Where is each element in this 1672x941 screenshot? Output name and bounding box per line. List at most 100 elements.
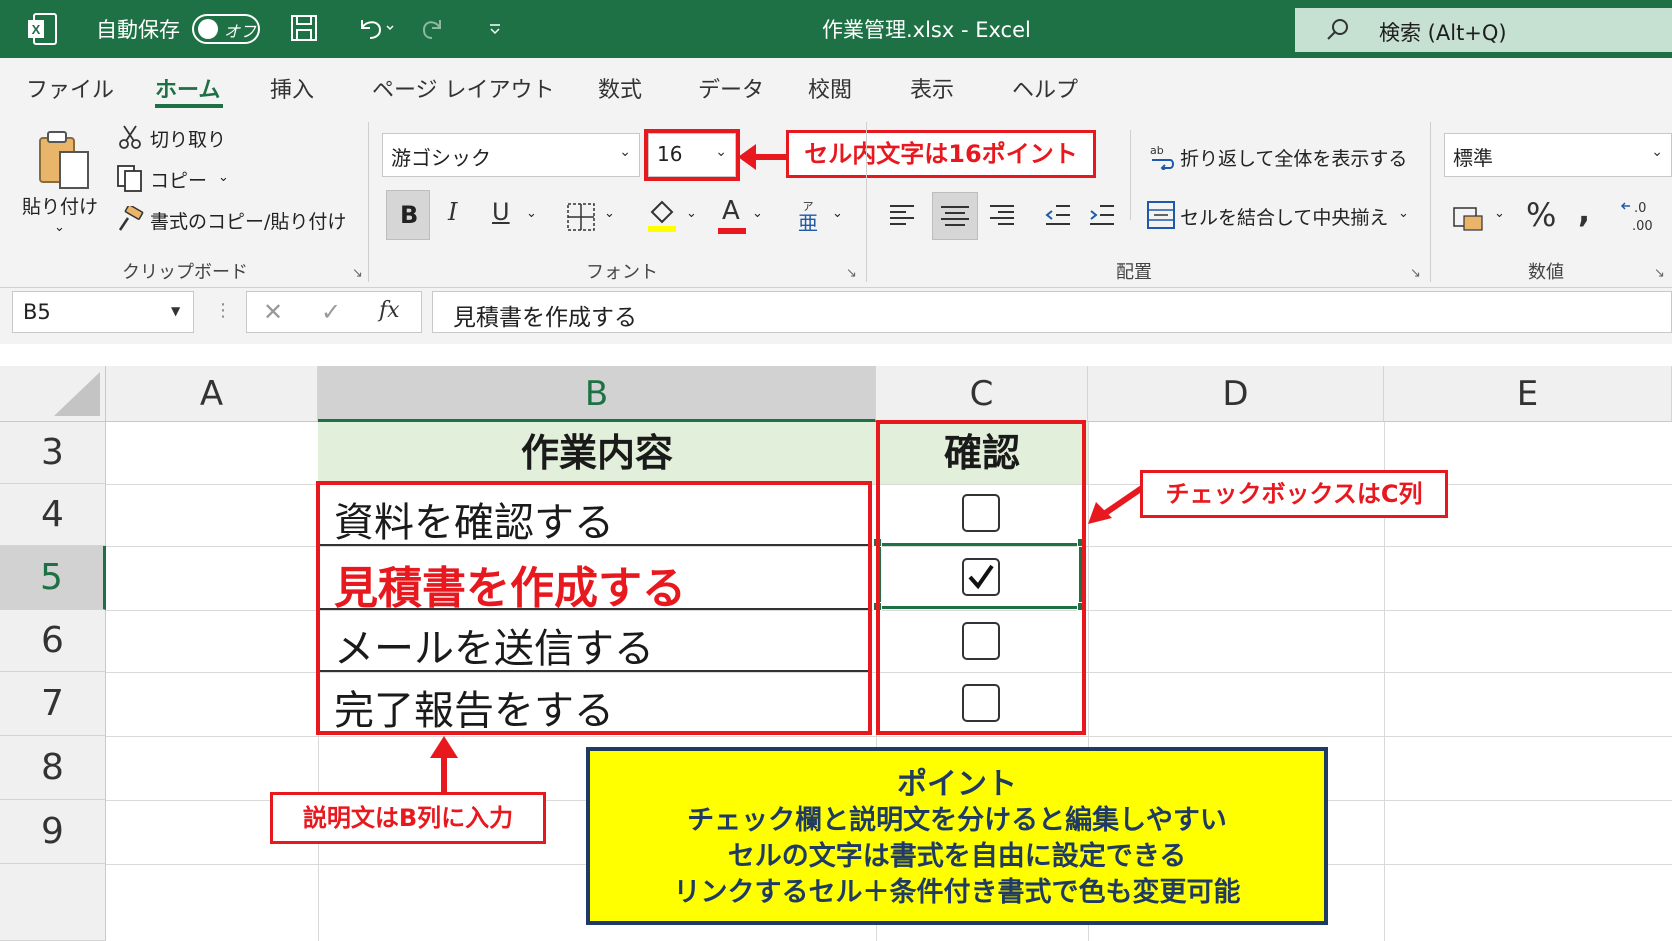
decrease-indent-icon[interactable] [1044, 202, 1072, 232]
description-column-callout: 説明文はB列に入力 [270, 792, 546, 844]
align-right-icon[interactable] [988, 202, 1016, 232]
column-header-b[interactable]: B [318, 366, 876, 422]
callout-arrow [1086, 478, 1146, 532]
row-header-4[interactable]: 4 [0, 484, 106, 546]
merge-dropdown-icon[interactable]: ⌄ [1398, 206, 1409, 221]
percent-button[interactable]: % [1526, 196, 1556, 234]
wrap-text-icon[interactable]: ab [1148, 142, 1176, 174]
phonetic-icon[interactable]: ア亜 [796, 196, 820, 238]
active-tab-indicator [155, 104, 223, 108]
font-size-highlight [644, 129, 740, 181]
checkbox-column-callout: チェックボックスはC列 [1140, 470, 1448, 518]
comma-button[interactable]: , [1578, 192, 1590, 230]
align-center-button[interactable] [932, 192, 978, 240]
bold-button[interactable]: B [386, 190, 430, 240]
tab-view[interactable]: 表示 [910, 72, 954, 104]
tab-insert[interactable]: 挿入 [270, 72, 314, 104]
wrap-text-button[interactable]: 折り返して全体を表示する [1180, 144, 1407, 171]
column-header-d[interactable]: D [1088, 366, 1384, 422]
paste-button[interactable]: 貼り付け [22, 192, 98, 219]
font-color-icon[interactable]: A [716, 196, 748, 236]
phonetic-dropdown-icon[interactable]: ⌄ [832, 206, 843, 221]
merge-center-button[interactable]: セルを結合して中央揃え [1180, 203, 1388, 230]
increase-indent-icon[interactable] [1088, 202, 1116, 232]
paste-icon[interactable] [36, 130, 92, 196]
autosave-toggle[interactable]: オフ [192, 14, 260, 44]
column-header-e[interactable]: E [1384, 366, 1672, 422]
group-separator [368, 122, 369, 282]
font-color-dropdown-icon[interactable]: ⌄ [752, 206, 763, 221]
name-box[interactable]: B5 ▼ [12, 291, 194, 333]
tab-home[interactable]: ホーム [155, 72, 220, 104]
fill-color-icon[interactable] [646, 198, 678, 238]
title-bar: X 自動保存 オフ 作業管理.xlsx - Excel 検索 (Alt+Q) [0, 0, 1672, 58]
insert-function-button[interactable]: fx [379, 298, 400, 323]
svg-text:ab: ab [1150, 144, 1164, 157]
alignment-launcher-icon[interactable]: ↘ [1410, 266, 1421, 281]
group-separator [1430, 122, 1431, 282]
select-all-corner[interactable] [0, 366, 106, 422]
number-format-combo[interactable]: 標準 ⌄ [1444, 133, 1672, 177]
customize-qat-icon[interactable] [488, 22, 502, 41]
row-header-3[interactable]: 3 [0, 422, 106, 484]
accounting-format-icon[interactable] [1452, 204, 1484, 236]
copy-icon[interactable] [116, 164, 144, 196]
tab-page-layout[interactable]: ページ レイアウト [372, 72, 555, 104]
caret-down-icon[interactable]: ▼ [171, 304, 180, 318]
column-header-a[interactable]: A [106, 366, 318, 422]
number-group-label: 数値 [1528, 262, 1564, 283]
row-header-9[interactable]: 9 [0, 800, 106, 864]
paste-dropdown-icon[interactable]: ⌄ [54, 220, 65, 235]
copy-button[interactable]: コピー [150, 166, 207, 193]
formula-bar-grip-icon[interactable]: ⋮ [214, 300, 232, 321]
cut-button[interactable]: 切り取り [150, 125, 226, 152]
row-header-7[interactable]: 7 [0, 672, 106, 736]
align-left-icon[interactable] [888, 202, 916, 232]
search-box[interactable]: 検索 (Alt+Q) [1295, 8, 1672, 52]
cell-b3-header[interactable]: 作業内容 [318, 422, 876, 484]
callout-arrow [736, 140, 788, 178]
accounting-dropdown-icon[interactable]: ⌄ [1494, 206, 1505, 221]
row-header-5[interactable]: 5 [0, 546, 106, 610]
copy-dropdown-icon[interactable]: ⌄ [218, 170, 229, 185]
column-header-c[interactable]: C [876, 366, 1088, 422]
number-launcher-icon[interactable]: ↘ [1654, 266, 1665, 281]
excel-logo-icon[interactable]: X [26, 12, 58, 46]
increase-decimal-icon[interactable]: .0.00 [1620, 198, 1660, 238]
borders-icon[interactable] [566, 202, 596, 236]
italic-button[interactable]: I [448, 198, 457, 226]
svg-text:X: X [32, 22, 41, 37]
cut-icon[interactable] [118, 124, 142, 154]
underline-button[interactable]: U [492, 198, 510, 226]
clipboard-launcher-icon[interactable]: ↘ [352, 266, 363, 281]
font-name-combo[interactable]: 游ゴシック ⌄ [382, 133, 640, 177]
point-line: チェック欄と説明文を分けると編集しやすい [687, 805, 1227, 836]
chevron-down-icon[interactable]: ⌄ [1651, 144, 1663, 160]
font-launcher-icon[interactable]: ↘ [846, 266, 857, 281]
cancel-icon[interactable]: ✕ [263, 298, 283, 326]
save-icon[interactable] [290, 14, 318, 46]
redo-icon[interactable] [420, 16, 446, 46]
tab-data[interactable]: データ [698, 72, 764, 104]
ribbon-tabs: ファイル ホーム 挿入 ページ レイアウト 数式 データ 校閲 表示 ヘルプ [0, 58, 1672, 112]
enter-icon[interactable]: ✓ [321, 298, 341, 326]
tab-help[interactable]: ヘルプ [1012, 72, 1078, 104]
tab-file[interactable]: ファイル [26, 72, 114, 104]
search-icon [1325, 17, 1351, 47]
tab-formulas[interactable]: 数式 [598, 72, 642, 104]
tab-review[interactable]: 校閲 [808, 72, 852, 104]
align-center-icon [941, 206, 969, 226]
row-header-8[interactable]: 8 [0, 736, 106, 800]
chevron-down-icon[interactable]: ⌄ [619, 144, 631, 160]
format-painter-button[interactable]: 書式のコピー/貼り付け [150, 207, 346, 234]
formula-input[interactable]: 見積書を作成する [432, 291, 1672, 333]
merge-center-icon[interactable] [1146, 200, 1176, 234]
row-header-10[interactable] [0, 864, 106, 941]
borders-dropdown-icon[interactable]: ⌄ [604, 206, 615, 221]
svg-text:.00: .00 [1632, 219, 1653, 234]
underline-dropdown-icon[interactable]: ⌄ [526, 206, 537, 221]
undo-icon[interactable] [356, 16, 396, 46]
row-header-6[interactable]: 6 [0, 610, 106, 672]
format-painter-icon[interactable] [116, 204, 144, 236]
fill-dropdown-icon[interactable]: ⌄ [686, 206, 697, 221]
